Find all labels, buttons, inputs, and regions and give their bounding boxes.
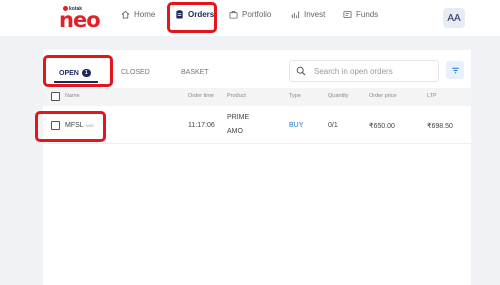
order-price: ₹650.00 <box>369 123 395 130</box>
tab-closed[interactable]: CLOSED <box>121 69 150 76</box>
nav-orders[interactable]: Orders <box>175 10 214 19</box>
order-time: 11:17:06 <box>188 122 215 129</box>
column-header-product: Product <box>227 93 246 99</box>
kotak-neo-logo[interactable]: kotak neo <box>58 6 101 32</box>
order-ltp: ₹698.50 <box>427 123 453 130</box>
nav-home[interactable]: Home <box>121 10 155 19</box>
tab-open-label: OPEN <box>59 70 79 77</box>
column-header-ltp: LTP <box>427 93 437 99</box>
brand-name-text: neo <box>59 8 101 32</box>
nav-portfolio[interactable]: Portfolio <box>229 10 271 19</box>
wallet-icon <box>343 10 352 19</box>
order-quantity: 0/1 <box>328 122 338 129</box>
select-all-checkbox[interactable] <box>51 92 60 101</box>
user-avatar[interactable]: AA <box>443 8 465 28</box>
home-icon <box>121 10 130 19</box>
column-header-type: Type <box>289 93 301 99</box>
column-header-name: Name <box>65 93 80 99</box>
column-header-order-time: Order time <box>188 93 214 99</box>
order-row-checkbox[interactable] <box>51 121 60 130</box>
nav-orders-label: Orders <box>188 10 215 19</box>
tab-basket[interactable]: BASKET <box>181 69 209 76</box>
orders-table-header: Name Order time Product Type Quantity Or… <box>43 88 471 106</box>
orders-panel: OPEN 1 CLOSED BASKET Name Order time Pro… <box>43 50 471 285</box>
nav-funds[interactable]: Funds <box>343 10 378 19</box>
order-symbol[interactable]: MFSL NSE <box>65 122 94 129</box>
tab-open[interactable]: OPEN 1 <box>59 69 91 77</box>
column-header-order-price: Order price <box>369 93 397 99</box>
order-row[interactable]: MFSL NSE 11:17:06 PRIME AMO BUY 0/1 ₹650.… <box>43 108 471 144</box>
briefcase-icon <box>229 10 238 19</box>
search-input[interactable] <box>314 66 434 76</box>
nav-funds-label: Funds <box>356 10 379 19</box>
filter-button[interactable] <box>446 61 464 79</box>
open-count-badge: 1 <box>81 69 91 77</box>
column-header-quantity: Quantity <box>328 93 349 99</box>
bar-chart-icon <box>291 11 300 19</box>
nav-portfolio-label: Portfolio <box>242 10 272 19</box>
filter-icon <box>451 67 459 73</box>
order-product-line1: PRIME <box>227 114 250 121</box>
order-symbol-text: MFSL <box>65 122 84 129</box>
nav-invest[interactable]: Invest <box>291 10 325 19</box>
order-product-line2: AMO <box>227 128 243 135</box>
active-tab-indicator <box>54 81 98 83</box>
order-exchange: NSE <box>85 123 94 128</box>
nav-home-label: Home <box>134 10 156 19</box>
orders-icon <box>176 10 183 19</box>
top-navigation-bar: kotak neo Home Orders Portfolio Invest F… <box>0 0 500 36</box>
search-box[interactable] <box>289 60 439 82</box>
nav-invest-label: Invest <box>304 10 326 19</box>
search-icon <box>296 66 306 76</box>
order-type: BUY <box>289 122 304 129</box>
